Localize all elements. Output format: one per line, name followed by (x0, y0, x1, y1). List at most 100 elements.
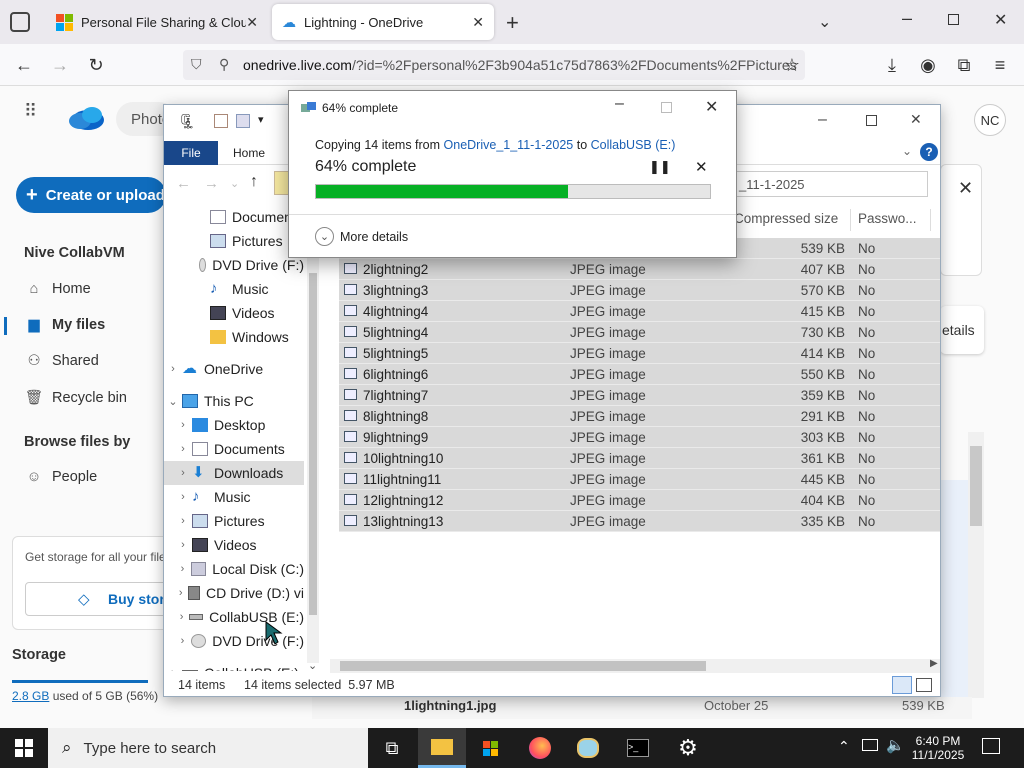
properties-icon[interactable] (214, 114, 228, 128)
file-row[interactable]: 12lightning12 JPEG image 404 KB No (339, 490, 940, 511)
create-or-upload-button[interactable]: + Create or upload (16, 177, 166, 213)
details-view-icon[interactable] (892, 676, 912, 694)
bookmark-star-icon[interactable]: ☆ (778, 52, 806, 78)
large-icons-view-icon[interactable] (916, 678, 932, 692)
horizontal-scrollbar-thumb[interactable] (340, 661, 706, 671)
chevron-right-icon[interactable]: › (174, 611, 189, 623)
list-all-tabs-icon[interactable]: ⌄ (818, 12, 831, 32)
chevron-right-icon[interactable]: › (174, 491, 192, 503)
help-icon[interactable]: ? (920, 143, 938, 161)
nav-tree-item[interactable]: › Pictures (164, 509, 304, 533)
file-row[interactable]: 8lightning8 JPEG image 291 KB No (339, 406, 940, 427)
back-icon[interactable]: ← (10, 52, 38, 78)
file-row[interactable]: 10lightning10 JPEG image 361 KB No (339, 448, 940, 469)
menu-icon[interactable]: ≡ (986, 52, 1014, 78)
tab-file[interactable]: File (164, 141, 218, 165)
account-icon[interactable]: ◉ (914, 52, 942, 78)
close-panel-icon[interactable]: ✕ (958, 178, 973, 199)
chevron-right-icon[interactable]: › (174, 635, 191, 647)
file-row[interactable]: 2lightning2 JPEG image 407 KB No (339, 259, 940, 280)
more-details-button[interactable]: More details (340, 230, 408, 244)
file-row[interactable]: 13lightning13 JPEG image 335 KB No (339, 511, 940, 532)
close-window-icon[interactable]: ✕ (994, 10, 1007, 30)
store-icon[interactable] (466, 728, 514, 768)
nav-tree-item[interactable]: Pictures (164, 229, 304, 253)
taskbar-search-box[interactable]: ⌕ Type here to search (48, 728, 368, 768)
buy-storage-button[interactable]: ◇ Buy stora (25, 582, 175, 616)
file-row[interactable]: 5lightning4 JPEG image 730 KB No (339, 322, 940, 343)
nav-tree-item[interactable]: › CollabUSB (E:) (164, 661, 304, 671)
notifications-icon[interactable] (982, 738, 1000, 754)
dialog-close-icon[interactable]: ✕ (705, 97, 718, 117)
pause-icon[interactable]: ❚❚ (649, 159, 671, 175)
details-button[interactable]: etails (940, 306, 984, 354)
explorer-close-icon[interactable]: ✕ (910, 111, 922, 128)
task-view-icon[interactable]: ⧉ (368, 728, 416, 768)
chevron-right-icon[interactable]: › (174, 539, 192, 551)
address-bar[interactable]: _11-1-2025 (732, 171, 928, 197)
extensions-icon[interactable]: ⧉ (950, 52, 978, 78)
source-link[interactable]: OneDrive_1_11-1-2025 (444, 138, 574, 152)
tab-home[interactable]: Home (218, 141, 280, 165)
tab-list-icon[interactable] (10, 12, 30, 32)
nav-tree-item[interactable]: › Local Disk (C:) (164, 557, 304, 581)
volume-icon[interactable]: 🔈 (886, 736, 905, 754)
dialog-minimize-icon[interactable]: – (615, 95, 624, 113)
page-scrollbar-thumb[interactable] (970, 446, 982, 526)
explorer-maximize-icon[interactable] (866, 115, 877, 126)
terminal-icon[interactable]: >_ (614, 728, 662, 768)
reload-icon[interactable]: ↻ (82, 52, 110, 78)
close-tab-icon[interactable]: ✕ (246, 14, 258, 31)
settings-gear-icon[interactable]: ⚙ (664, 728, 712, 768)
back-icon[interactable]: ← (176, 175, 191, 192)
file-row[interactable]: 6lightning6 JPEG image 550 KB No (339, 364, 940, 385)
sidebar-item-shared[interactable]: ⚇ Shared (24, 353, 99, 369)
nav-tree-item[interactable]: Documents (164, 205, 304, 229)
column-password[interactable]: Passwo... (858, 211, 917, 226)
nav-tree-item[interactable]: › ☁ OneDrive (164, 357, 304, 381)
nav-tree-item[interactable]: › CD Drive (D:) vi (164, 581, 304, 605)
chevron-right-icon[interactable]: › (164, 667, 182, 671)
chevron-right-icon[interactable]: › (164, 363, 182, 375)
avatar[interactable]: NC (974, 104, 1006, 136)
scroll-right-icon[interactable]: ▶ (930, 658, 938, 669)
paint-icon[interactable] (564, 728, 612, 768)
forward-icon[interactable]: → (204, 175, 219, 192)
chevron-right-icon[interactable]: › (174, 515, 192, 527)
cancel-icon[interactable]: ✕ (695, 158, 708, 176)
up-icon[interactable]: ↑ (250, 173, 258, 191)
nav-tree-item[interactable]: Videos (164, 301, 304, 325)
sidebar-item-my-files[interactable]: ▆ My files (24, 317, 105, 333)
nav-tree-item[interactable]: › ♪ Music (164, 485, 304, 509)
sidebar-item-home[interactable]: ⌂ Home (24, 281, 91, 297)
chevron-right-icon[interactable]: › (174, 443, 192, 455)
url-bar[interactable]: ⛉ ⚲ onedrive.live.com/?id=%2Fpersonal%2F… (183, 50, 805, 80)
nav-scrollbar-thumb[interactable] (309, 273, 317, 615)
quick-access-dropdown-icon[interactable]: ▾ (258, 113, 264, 126)
windows-start-icon[interactable] (0, 728, 48, 768)
nav-tree-item[interactable]: › Videos (164, 533, 304, 557)
downloads-icon[interactable]: ⤓ (878, 52, 906, 78)
storage-used-link[interactable]: 2.8 GB (12, 689, 49, 703)
file-row[interactable]: 7lightning7 JPEG image 359 KB No (339, 385, 940, 406)
chevron-right-icon[interactable]: › (174, 563, 191, 575)
close-tab-icon[interactable]: ✕ (472, 14, 484, 31)
explorer-minimize-icon[interactable]: – (818, 111, 827, 129)
new-tab-icon[interactable]: + (506, 10, 519, 36)
file-row[interactable]: 4lightning4 JPEG image 415 KB No (339, 301, 940, 322)
nav-tree-item[interactable]: ♪ Music (164, 277, 304, 301)
tab-lightning-onedrive[interactable]: ☁ Lightning - OneDrive ✕ (272, 4, 494, 40)
clock[interactable]: 6:40 PM 11/1/2025 (908, 734, 968, 762)
chevron-right-icon[interactable]: › (174, 467, 192, 479)
nav-tree-item[interactable]: › ⬇ Downloads (164, 461, 304, 485)
forward-icon[interactable]: → (46, 52, 74, 78)
file-row[interactable]: 11lightning11 JPEG image 445 KB No (339, 469, 940, 490)
sidebar-item-people[interactable]: ☺ People (24, 469, 98, 485)
file-explorer-taskbar-icon[interactable] (418, 728, 466, 768)
network-icon[interactable] (862, 739, 878, 751)
recent-locations-icon[interactable]: ⌄ (230, 177, 239, 190)
nav-tree-item[interactable]: DVD Drive (F:) (164, 253, 304, 277)
nav-tree-item[interactable]: › Documents (164, 437, 304, 461)
ribbon-expand-icon[interactable]: ⌄ (902, 144, 912, 158)
nav-tree-item[interactable]: › Desktop (164, 413, 304, 437)
